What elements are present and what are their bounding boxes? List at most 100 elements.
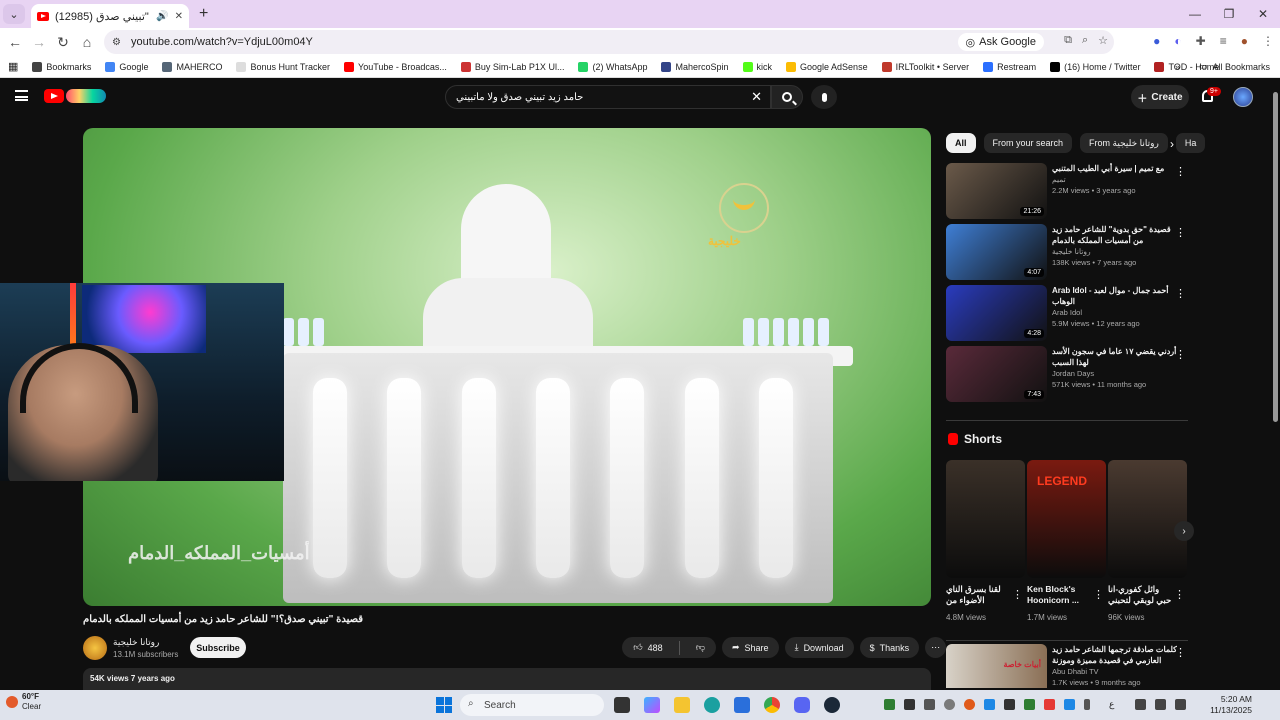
recommendation-title[interactable]: كلمات صادقة ترجمها الشاعر حامد زيد العاز… bbox=[1052, 644, 1177, 666]
recommendation-title[interactable]: مع تميم | سيرة أبي الطيب المتنبي bbox=[1052, 163, 1177, 174]
youtube-logo-icon[interactable] bbox=[44, 89, 64, 103]
all-bookmarks-button[interactable]: » ▭ All Bookmarks bbox=[1175, 61, 1270, 72]
store-icon[interactable] bbox=[734, 697, 750, 713]
clear-search-icon[interactable]: ✕ bbox=[751, 89, 762, 105]
weather-widget[interactable]: 60°F Clear bbox=[22, 692, 41, 712]
search-input[interactable]: حامد زيد تبيني صدق ولا ماتبيني ✕ bbox=[445, 85, 771, 109]
short-title[interactable]: Ken Block's Hoonicorn ... bbox=[1027, 584, 1093, 606]
video-thumbnail[interactable]: 4:28 bbox=[946, 285, 1047, 341]
recommendation-item[interactable]: أبيات خاصة كلمات صادقة ترجمها الشاعر حام… bbox=[946, 644, 1190, 688]
recommendation-channel[interactable]: Arab Idol bbox=[1052, 307, 1177, 318]
task-view-icon[interactable] bbox=[614, 697, 630, 713]
channel-name[interactable]: روتانا خليجية bbox=[113, 637, 159, 648]
more-options-icon[interactable]: ⋮ bbox=[1175, 226, 1186, 239]
filter-chip[interactable]: All bbox=[946, 133, 976, 153]
recommendation-title[interactable]: Arab Idol - أحمد جمال - موال لعبد الوهاب bbox=[1052, 285, 1177, 307]
bookmark-item[interactable]: (2) WhatsApp bbox=[578, 61, 647, 72]
network-icon[interactable] bbox=[1135, 699, 1147, 710]
bookmark-item[interactable]: Bonus Hunt Tracker bbox=[236, 61, 330, 72]
language-indicator[interactable]: ع bbox=[1109, 699, 1114, 710]
bookmark-item[interactable]: MAHERCO bbox=[162, 61, 222, 72]
tray-app-icon[interactable] bbox=[944, 699, 955, 710]
open-in-app-icon[interactable]: ⧉ bbox=[1064, 34, 1072, 47]
copilot-icon[interactable] bbox=[644, 697, 660, 713]
voice-search-button[interactable] bbox=[811, 85, 837, 109]
windows-start-icon[interactable] bbox=[436, 697, 452, 713]
channel-avatar[interactable] bbox=[83, 636, 107, 660]
chrome-menu-icon[interactable]: ⋮ bbox=[1262, 34, 1274, 48]
bookmark-item[interactable]: Restream bbox=[983, 61, 1036, 72]
speaker-icon[interactable]: 🔊 bbox=[156, 11, 168, 22]
bookmark-item[interactable]: (16) Home / Twitter bbox=[1050, 61, 1140, 72]
short-title[interactable]: وائل كفوري-انا حبي لوبقي لتحبني bbox=[1108, 584, 1174, 606]
search-button[interactable] bbox=[771, 85, 803, 109]
short-title[interactable]: لقنا بسرق الناي الأضواء من bbox=[946, 584, 1012, 606]
steam-icon[interactable] bbox=[824, 697, 840, 713]
volume-icon[interactable] bbox=[1155, 699, 1167, 710]
site-info-icon[interactable]: ⚙ bbox=[112, 37, 121, 48]
minimize-button[interactable]: — bbox=[1178, 7, 1212, 21]
recommendation-channel[interactable]: Jordan Days bbox=[1052, 368, 1177, 379]
download-button[interactable]: ⤓ Download bbox=[784, 637, 854, 658]
video-thumbnail[interactable]: أبيات خاصة bbox=[946, 644, 1047, 688]
tray-app-icon[interactable] bbox=[904, 699, 915, 710]
tray-app-icon[interactable] bbox=[1044, 699, 1055, 710]
tab-close-icon[interactable]: ✕ bbox=[175, 11, 183, 22]
video-thumbnail[interactable]: 7:43 bbox=[946, 346, 1047, 402]
filter-chip[interactable]: From your search bbox=[983, 133, 1073, 153]
profile-avatar-icon[interactable]: ● bbox=[1241, 34, 1248, 48]
youtube-doodle-logo[interactable] bbox=[66, 89, 106, 103]
bookmark-item[interactable]: Buy Sim-Lab P1X Ul... bbox=[460, 61, 564, 72]
discord-icon[interactable] bbox=[794, 697, 810, 713]
bookmark-item[interactable]: YouTube - Broadcas... bbox=[344, 61, 447, 72]
bookmark-item[interactable]: Google AdSense bbox=[786, 61, 868, 72]
video-thumbnail[interactable]: 21:26 bbox=[946, 163, 1047, 219]
taskbar-search[interactable]: ⌕ Search bbox=[460, 694, 604, 716]
share-button[interactable]: ➦ Share bbox=[722, 637, 779, 658]
filter-chip[interactable]: From روتانا خليجية bbox=[1080, 133, 1168, 153]
address-bar[interactable]: ⚙ youtube.com/watch?v=YdjuL00m04Y ◎ Ask … bbox=[104, 30, 1114, 54]
edge-icon[interactable] bbox=[704, 697, 720, 713]
home-button[interactable]: ⌂ bbox=[75, 34, 99, 50]
recommendation-item[interactable]: 4:07 قصيدة "حق بدوية" للشاعر حامد زيد من … bbox=[946, 224, 1190, 282]
short-thumbnail[interactable]: LEGEND bbox=[1027, 460, 1106, 578]
reload-button[interactable]: ↻ bbox=[51, 34, 75, 51]
short-thumbnail[interactable] bbox=[1108, 460, 1187, 578]
more-options-icon[interactable]: ⋮ bbox=[1175, 348, 1186, 361]
browser-tab-active[interactable]: قصيدة "تبيني صدق (12985) 🔊 ✕ bbox=[31, 4, 189, 28]
filter-chip[interactable]: Ha bbox=[1175, 133, 1206, 153]
tray-app-icon[interactable] bbox=[924, 699, 935, 710]
more-options-icon[interactable]: ⋮ bbox=[1175, 287, 1186, 300]
menu-hamburger-icon[interactable] bbox=[15, 90, 28, 101]
taskbar-clock[interactable]: 5:20 AM 11/13/2025 bbox=[1210, 694, 1252, 716]
more-options-icon[interactable]: ⋮ bbox=[1012, 588, 1023, 601]
recommendation-item[interactable]: 21:26 مع تميم | سيرة أبي الطيب المتنبي تمي… bbox=[946, 163, 1190, 221]
chrome-icon[interactable] bbox=[764, 697, 780, 713]
extensions-puzzle-icon[interactable]: ✚ bbox=[1196, 34, 1206, 48]
extension-icon[interactable]: ● bbox=[1153, 34, 1160, 48]
recommendation-title[interactable]: أردني يقضي ١٧ عاما في سجون الأسد لهذا ال… bbox=[1052, 346, 1177, 368]
thanks-button[interactable]: $ Thanks bbox=[859, 637, 920, 658]
bookmark-item[interactable]: MahercoSpin bbox=[661, 61, 729, 72]
recommendation-channel[interactable]: تميم bbox=[1052, 174, 1177, 185]
recommendation-channel[interactable]: Abu Dhabi TV bbox=[1052, 666, 1177, 677]
like-button[interactable]: 👍︎ 488 bbox=[622, 637, 674, 658]
bluetooth-icon[interactable] bbox=[984, 699, 995, 710]
battery-icon[interactable] bbox=[1175, 699, 1187, 710]
recommendation-channel[interactable]: روتانا خليجية bbox=[1052, 246, 1177, 257]
bookmark-item[interactable]: kick bbox=[742, 61, 772, 72]
zoom-icon[interactable]: ⌕ bbox=[1082, 34, 1088, 47]
more-options-icon[interactable]: ⋮ bbox=[1174, 588, 1185, 601]
bookmark-star-icon[interactable]: ☆ bbox=[1098, 34, 1108, 47]
subscribe-button[interactable]: Subscribe bbox=[190, 637, 246, 658]
short-thumbnail[interactable] bbox=[946, 460, 1025, 578]
bookmark-item[interactable]: Bookmarks bbox=[32, 61, 91, 72]
create-button[interactable]: ＋ Create bbox=[1131, 85, 1189, 109]
tray-app-icon[interactable] bbox=[964, 699, 975, 710]
video-thumbnail[interactable]: 4:07 bbox=[946, 224, 1047, 280]
scrollbar-thumb[interactable] bbox=[1273, 92, 1278, 422]
dislike-button[interactable]: 👎︎ bbox=[685, 637, 716, 658]
recommendation-item[interactable]: 7:43 أردني يقضي ١٧ عاما في سجون الأسد لهذ… bbox=[946, 346, 1190, 404]
reading-list-icon[interactable]: ≡ bbox=[1220, 34, 1227, 48]
extension-icon[interactable]: ◐ bbox=[1174, 34, 1181, 48]
